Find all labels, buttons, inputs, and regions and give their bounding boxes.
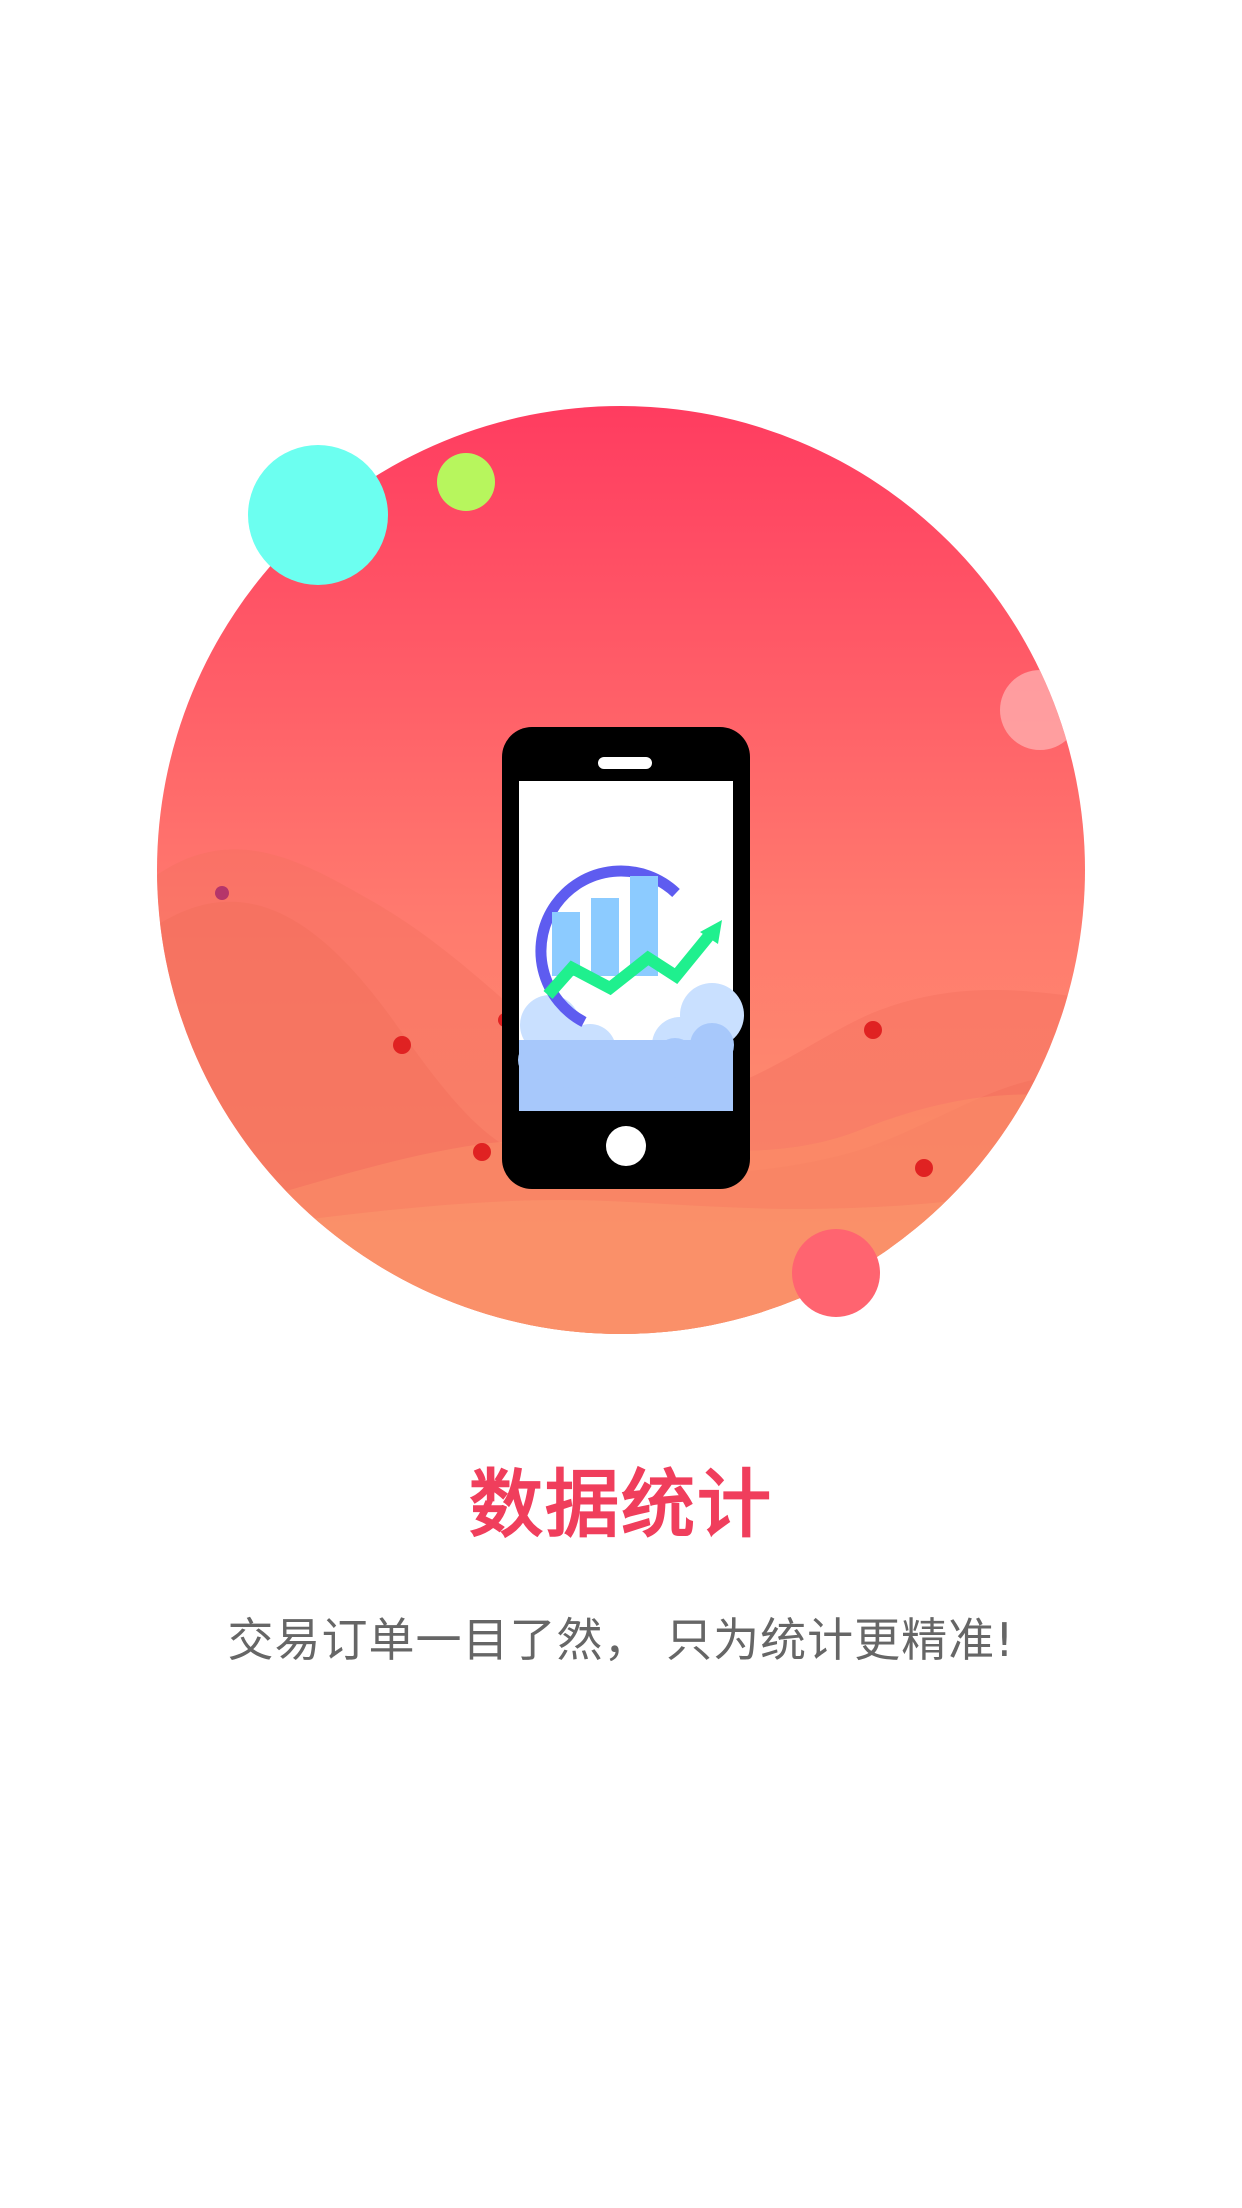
decorative-bubble-cyan [248,445,388,585]
wave-dot [393,1036,411,1054]
onboarding-subtitle: 交易订单一目了然， 只为统计更精准! [227,1613,1015,1667]
wave-dot [864,1021,882,1039]
phone-with-growth-chart-icon [502,727,750,1189]
decorative-bubble-lime [437,453,495,511]
decorative-bubble-pink [1000,670,1080,750]
wave-dot [473,1143,491,1161]
onboarding-title: 数据统计 [469,1462,773,1548]
onboarding-illustration [157,406,1085,1334]
decorative-bubble-coral [792,1229,880,1317]
wave-dot [215,886,229,900]
wave-dot [915,1159,933,1177]
